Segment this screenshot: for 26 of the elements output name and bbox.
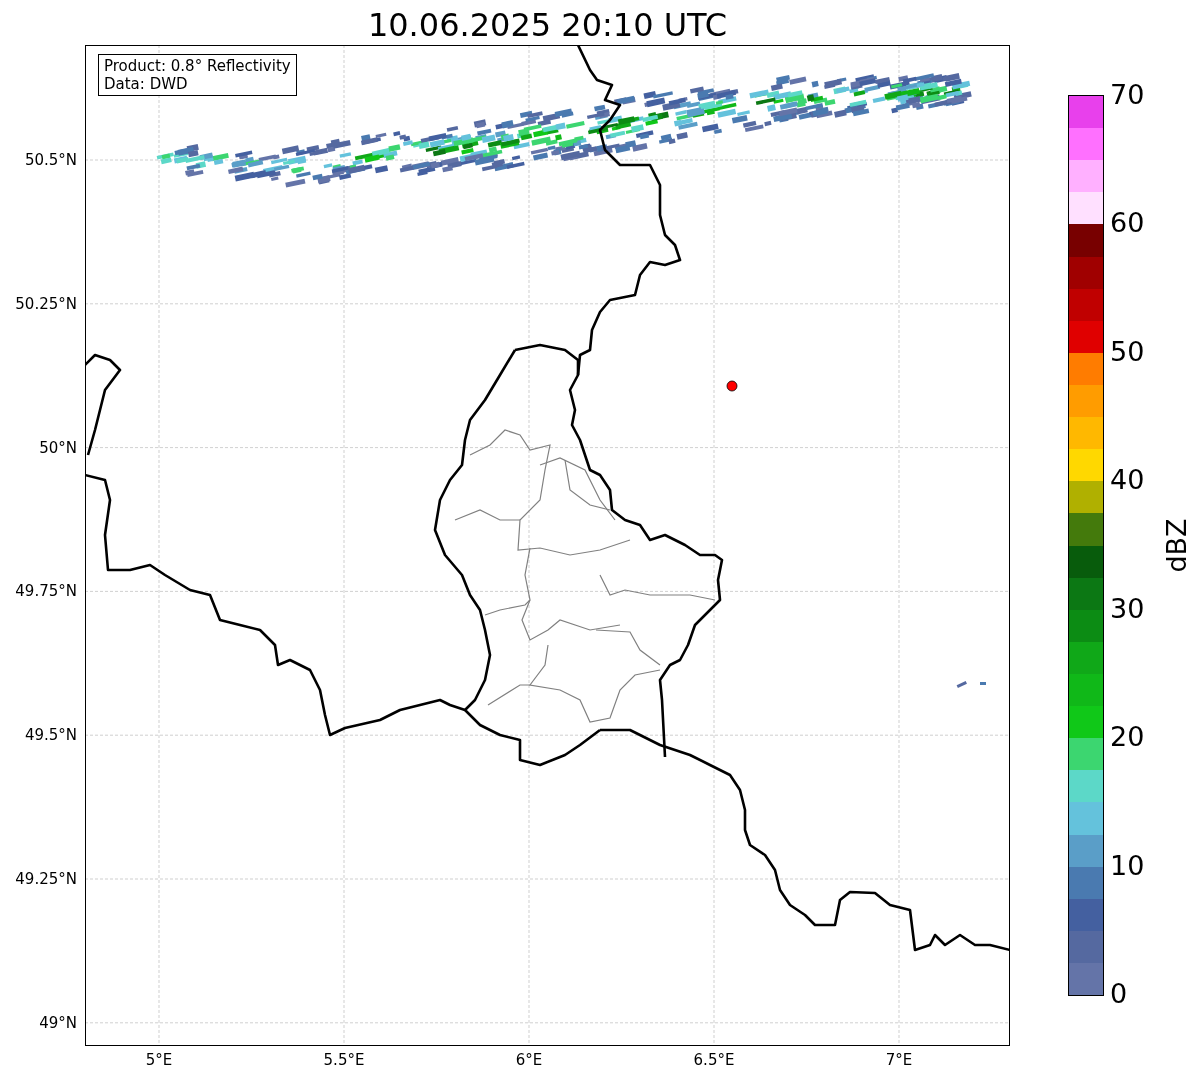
colorbar-tick-label: 10 (1110, 850, 1145, 881)
location-marker (726, 380, 738, 392)
axis-tick-label: 7°E (885, 1051, 913, 1069)
axis-tick-label: 50°N (39, 438, 77, 457)
axis-tick-label: 50.25°N (15, 294, 77, 313)
axis-tick-label: 5.5°E (323, 1051, 365, 1069)
axis-tick-label: 6°E (515, 1051, 543, 1069)
colorbar-tick-label: 30 (1110, 593, 1145, 624)
axis-tick-label: 49°N (39, 1013, 77, 1032)
radar-echo-drawing (956, 681, 986, 688)
axis-tick-label: 49.25°N (15, 870, 77, 888)
colorbar-tick-label: 40 (1110, 465, 1145, 496)
axis-tick-label: 6.5°E (693, 1051, 735, 1069)
chart-title: 10.06.2025 20:10 UTC (367, 5, 728, 45)
info-text: Product: 0.8° Reflectivity (104, 57, 291, 75)
axis-tick-label: 49.5°N (24, 726, 77, 745)
axis-tick-label: 49.75°N (15, 582, 77, 601)
colorbar-tick-label: 50 (1110, 336, 1145, 367)
colorbar-tick-label: 20 (1110, 722, 1145, 753)
axis-tick-label: 5°E (145, 1051, 173, 1069)
colorbar-tick-label: 0 (1110, 979, 1128, 1009)
info-text: Data: DWD (104, 75, 189, 93)
axis-tick-label: 50.5°N (24, 151, 77, 169)
colorbar-tick-label: 70 (1110, 80, 1145, 110)
colorbar-label: dBZ (1160, 518, 1192, 573)
colorbar-tick-label: 60 (1110, 208, 1145, 239)
